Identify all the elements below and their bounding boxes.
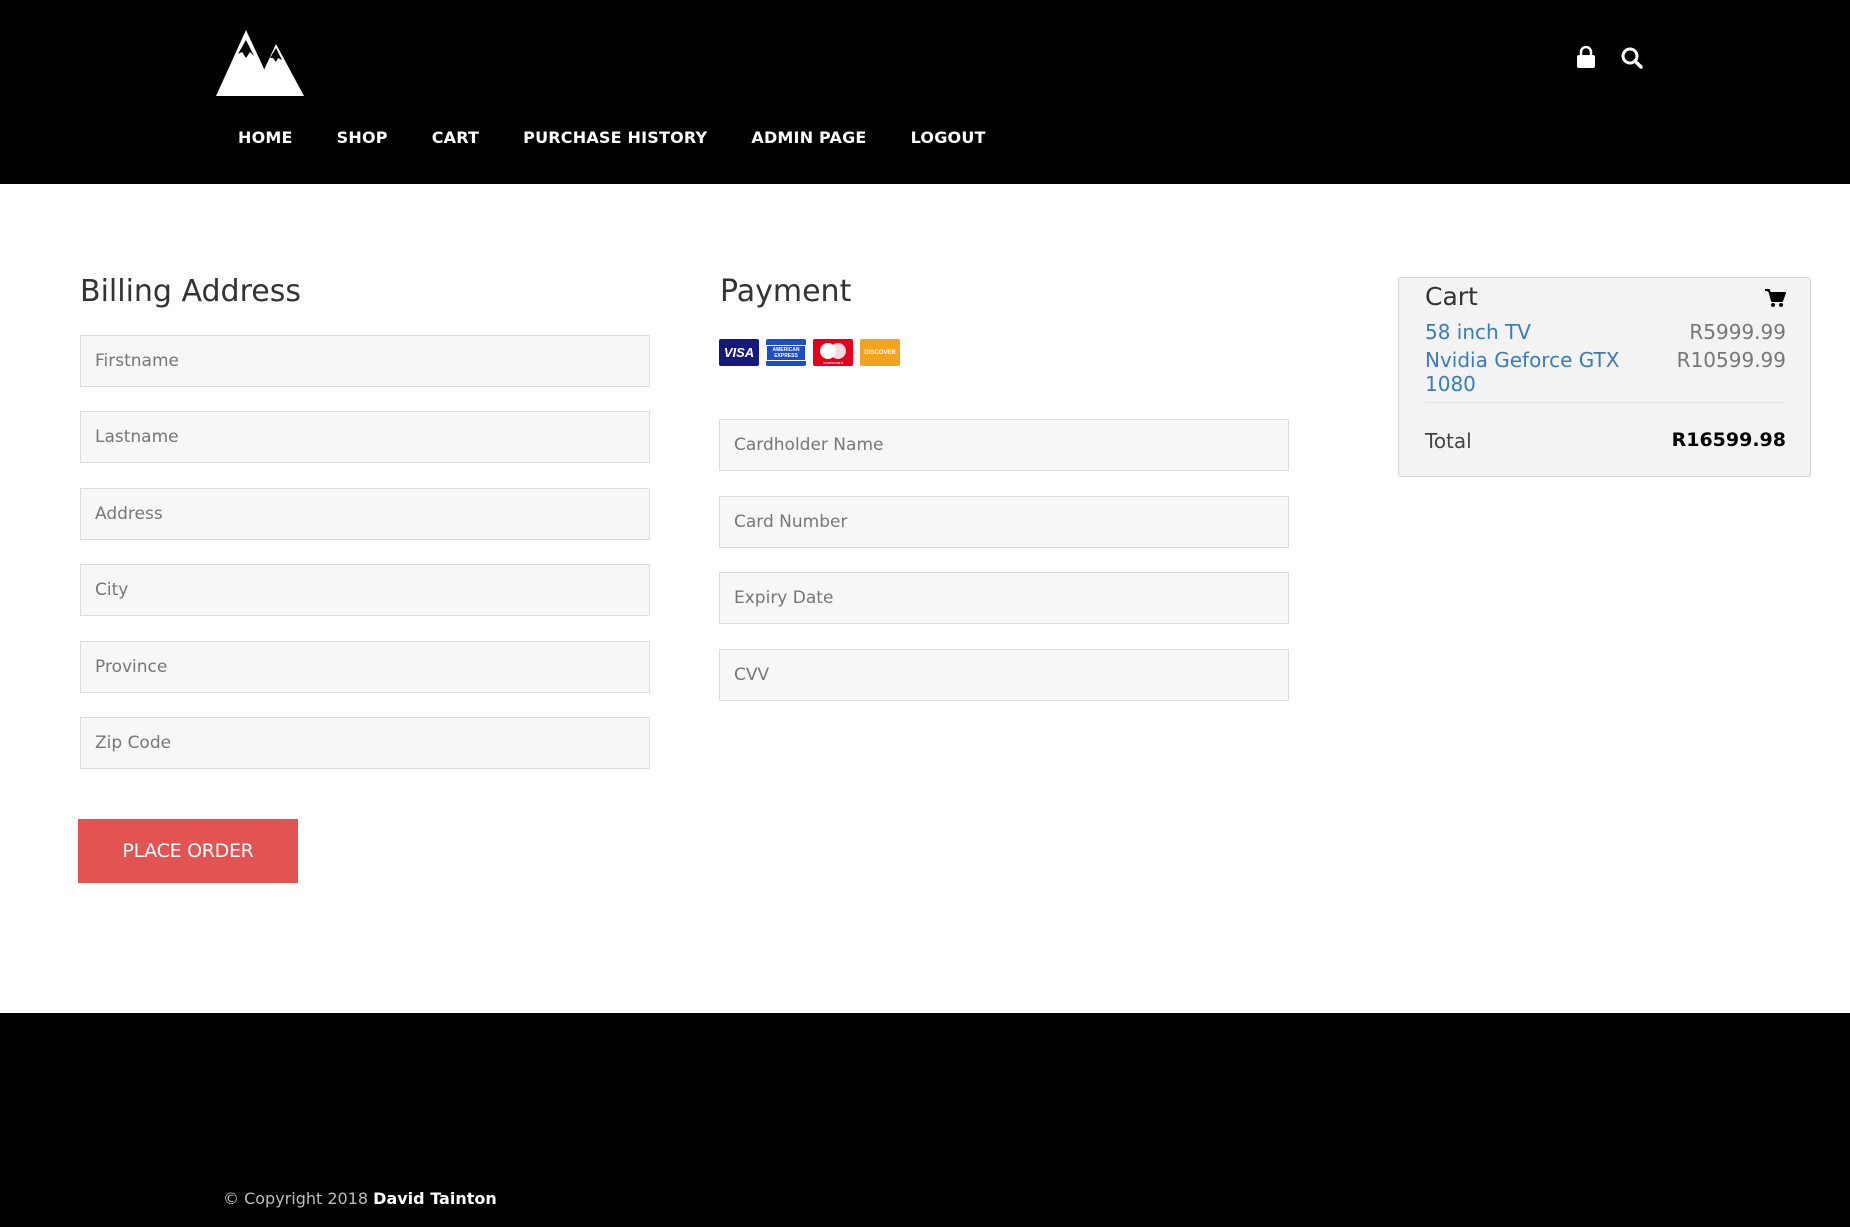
nav-home[interactable]: HOME — [216, 124, 315, 152]
nav-purchase-history[interactable]: PURCHASE HISTORY — [501, 124, 729, 152]
cart-total-label: Total — [1425, 429, 1472, 453]
nav-cart[interactable]: CART — [410, 124, 501, 152]
card-number-input[interactable] — [719, 496, 1289, 548]
shopping-bag-icon[interactable] — [1575, 46, 1597, 70]
cart-item-row: 58 inch TV R5999.99 — [1425, 320, 1786, 344]
copyright-author: David Tainton — [373, 1189, 497, 1208]
cvv-input[interactable] — [719, 649, 1289, 701]
search-icon[interactable] — [1621, 46, 1643, 70]
cart-item-price: R5999.99 — [1689, 320, 1786, 344]
place-order-button[interactable]: PLACE ORDER — [78, 819, 298, 883]
cardholder-name-input[interactable] — [719, 419, 1289, 471]
main-nav: HOME SHOP CART PURCHASE HISTORY ADMIN PA… — [216, 124, 1008, 152]
mastercard-card-icon: mastercard — [813, 339, 853, 366]
nav-admin-page[interactable]: ADMIN PAGE — [729, 124, 888, 152]
cart-summary-title: Cart — [1425, 282, 1478, 311]
cart-total-row: Total R16599.98 — [1425, 429, 1786, 453]
city-input[interactable] — [80, 564, 650, 616]
zip-code-input[interactable] — [80, 717, 650, 769]
address-input[interactable] — [80, 488, 650, 540]
shopping-cart-icon — [1765, 289, 1786, 307]
cart-item-name[interactable]: 58 inch TV — [1425, 320, 1531, 344]
mountain-logo-icon[interactable] — [216, 30, 304, 96]
billing-title: Billing Address — [80, 274, 301, 309]
firstname-input[interactable] — [80, 335, 650, 387]
province-input[interactable] — [80, 641, 650, 693]
cart-item-price: R10599.99 — [1676, 348, 1786, 372]
cart-divider — [1425, 402, 1786, 403]
expiry-date-input[interactable] — [719, 572, 1289, 624]
card-brand-logos: VISA AMERICAN EXPRESS mastercard DISCOVE… — [719, 339, 900, 366]
nav-shop[interactable]: SHOP — [315, 124, 410, 152]
american-express-card-icon: AMERICAN EXPRESS — [766, 339, 806, 366]
nav-logout[interactable]: LOGOUT — [889, 124, 1008, 152]
lastname-input[interactable] — [80, 411, 650, 463]
visa-card-icon: VISA — [719, 339, 759, 366]
cart-total-value: R16599.98 — [1671, 429, 1786, 451]
copyright-prefix: © Copyright 2018 — [223, 1189, 369, 1208]
copyright-text: © Copyright 2018 David Tainton — [223, 1189, 497, 1208]
payment-title: Payment — [720, 274, 852, 309]
site-header: HOME SHOP CART PURCHASE HISTORY ADMIN PA… — [0, 0, 1850, 184]
cart-summary: Cart 58 inch TV R5999.99 Nvidia Geforce … — [1398, 277, 1811, 477]
discover-card-icon: DISCOVER — [860, 339, 900, 366]
cart-item-name[interactable]: Nvidia Geforce GTX 1080 — [1425, 348, 1677, 396]
header-icons — [1575, 46, 1643, 70]
site-footer: © Copyright 2018 David Tainton — [0, 1013, 1850, 1227]
cart-item-row: Nvidia Geforce GTX 1080 R10599.99 — [1425, 348, 1786, 396]
